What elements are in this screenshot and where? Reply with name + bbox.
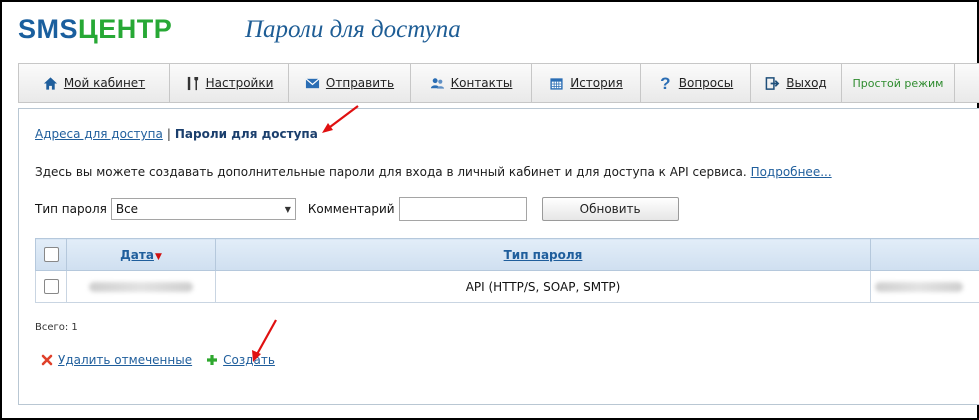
logo-sms: SMS — [18, 14, 79, 44]
nav-label: История — [570, 76, 623, 90]
nav-item-settings[interactable]: Настройки — [170, 64, 289, 102]
calendar-icon — [550, 77, 563, 90]
tools-icon — [187, 76, 198, 90]
nav-item-cabinet[interactable]: Мой кабинет — [19, 64, 170, 102]
create-link[interactable]: Создать — [223, 353, 275, 367]
breadcrumb-link-addresses[interactable]: Адреса для доступа — [35, 127, 163, 141]
nav-item-exit[interactable]: Выход — [751, 64, 842, 102]
total-count: Всего: 1 — [35, 322, 78, 333]
breadcrumb-current: Пароли для доступа — [174, 127, 318, 141]
redacted-comment — [875, 282, 963, 292]
header-extra — [870, 238, 979, 271]
logo-centr: ЦЕНТР — [78, 14, 173, 44]
delete-icon — [41, 354, 53, 366]
question-icon: ? — [660, 73, 671, 93]
simple-mode-label: Простой режим — [852, 76, 944, 90]
row-type-cell: API (HTTP/S, SOAP, SMTP) — [215, 270, 871, 303]
table-header-row: Дата▼ Тип пароля — [35, 238, 979, 271]
chevron-down-icon: ▼ — [284, 204, 291, 214]
select-all-checkbox[interactable] — [43, 247, 59, 262]
nav-item-history[interactable]: История — [532, 64, 641, 102]
nav-label: Выход — [786, 76, 827, 90]
type-select-value: Все — [115, 202, 139, 216]
description: Здесь вы можете создавать дополнительные… — [35, 165, 832, 179]
row-date-cell — [66, 270, 216, 303]
nav-label: Вопросы — [678, 76, 734, 90]
header-date: Дата▼ — [66, 238, 216, 271]
nav-item-questions[interactable]: ? Вопросы — [641, 64, 751, 102]
logo[interactable]: SMSЦЕНТР — [18, 14, 172, 48]
passwords-table: Дата▼ Тип пароля API (HTTP/S, SOAP, SMTP… — [35, 238, 979, 303]
delete-selected-link[interactable]: Удалить отмеченные — [58, 353, 192, 367]
header-type: Тип пароля — [215, 238, 871, 271]
type-select[interactable]: Все ▼ — [110, 198, 296, 220]
nav-label: Мой кабинет — [63, 76, 146, 90]
nav-label: Настройки — [205, 76, 274, 90]
contacts-icon — [430, 77, 444, 89]
header-checkbox-cell — [35, 238, 67, 271]
home-icon — [43, 76, 57, 90]
filters: Тип пароля Все ▼ Комментарий Обновить — [35, 197, 679, 221]
comment-input[interactable] — [398, 197, 527, 221]
actions-bar: Удалить отмеченные Создать — [41, 353, 275, 367]
page-title: Пароли для доступа — [245, 16, 461, 43]
nav-item-contacts[interactable]: Контакты — [411, 64, 532, 102]
table-row: API (HTTP/S, SOAP, SMTP) — [35, 270, 979, 303]
type-label: Тип пароля — [35, 202, 107, 216]
plus-icon — [207, 355, 218, 365]
nav-item-send[interactable]: Отправить — [289, 64, 411, 102]
sort-date-link[interactable]: Дата — [120, 248, 154, 262]
main-nav: Мой кабинет Настройки Отправить Контакты… — [18, 63, 979, 103]
row-extra-cell — [870, 270, 979, 303]
sort-type-link[interactable]: Тип пароля — [504, 248, 583, 262]
sort-desc-icon: ▼ — [154, 251, 162, 262]
refresh-button[interactable]: Обновить — [541, 197, 679, 221]
row-checkbox-cell — [35, 270, 67, 303]
description-text: Здесь вы можете создавать дополнительные… — [35, 165, 747, 179]
redacted-date — [89, 282, 193, 292]
content-panel: Адреса для доступа | Пароли для доступа Зд… — [18, 108, 979, 405]
nav-label: Контакты — [450, 76, 513, 90]
breadcrumb: Адреса для доступа | Пароли для доступа — [35, 127, 318, 141]
more-link[interactable]: Подробнее... — [751, 165, 832, 179]
simple-mode-link[interactable]: Простой режим — [842, 64, 955, 102]
row-checkbox[interactable] — [43, 279, 59, 294]
breadcrumb-separator: | — [166, 127, 171, 141]
nav-label: Отправить — [325, 76, 395, 90]
envelope-icon — [305, 77, 320, 88]
comment-label: Комментарий — [307, 202, 395, 216]
exit-icon — [765, 76, 780, 90]
